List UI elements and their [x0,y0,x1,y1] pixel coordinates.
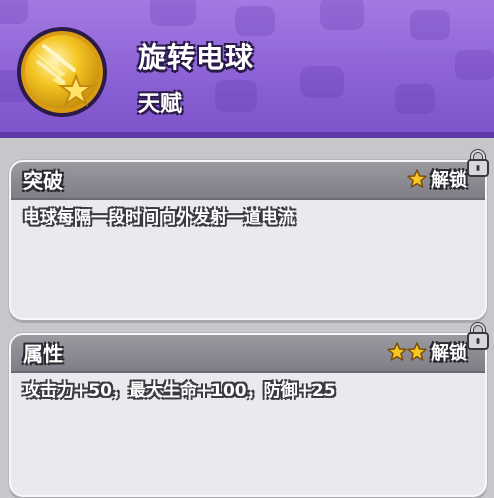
card-header: 突破 解锁 [11,162,485,200]
star-icon [407,169,427,188]
star-requirement [387,342,427,362]
electric-orb-icon [17,27,107,117]
header-bottom-edge [0,132,494,138]
card-title: 突破 [23,169,63,193]
skill-type-label: 天赋 [138,92,183,117]
card-description: 电球每隔一段时间向外发射一道电流 [23,208,295,228]
star-icon [407,342,427,361]
star-requirement [407,169,427,189]
unlock-requirement[interactable]: 解锁 [407,166,467,192]
star-icon [387,342,407,361]
lock-icon [467,149,489,177]
skill-name: 旋转电球 [138,41,255,74]
card-header: 属性 解锁 [11,335,485,373]
unlock-requirement[interactable]: 解锁 [387,339,467,365]
card-description: 攻击力+50，最大生命+100，防御+25 [23,381,336,401]
lock-icon [467,322,489,350]
breakthrough-card: 突破 解锁 电球每隔一段时间向外发射一道电流 [9,160,487,320]
unlock-label: 解锁 [431,170,467,191]
unlock-label: 解锁 [431,343,467,364]
attribute-card: 属性 解锁 攻击力+50，最大生命+100，防御+25 [9,333,487,497]
card-title: 属性 [23,342,63,366]
